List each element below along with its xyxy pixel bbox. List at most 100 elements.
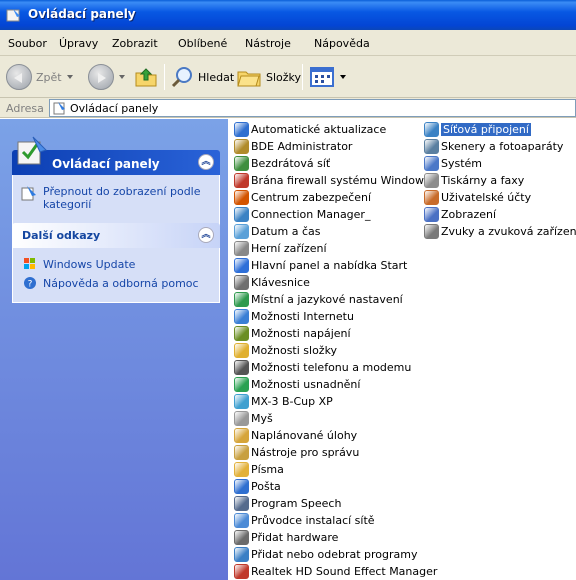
system-icon (424, 156, 439, 171)
item-label: Naplánované úlohy (251, 429, 358, 442)
item-zobrazeni[interactable]: Zobrazení (424, 206, 576, 223)
moznosti-slozky-icon (234, 343, 249, 358)
help-icon: ? (24, 277, 36, 290)
address-value: Ovládací panely (70, 102, 159, 115)
views-icon (310, 67, 334, 87)
sidebar: Ovládací panely ︽ Přepnout do zobrazení … (0, 119, 228, 580)
item-klavesnice[interactable]: Klávesnice (234, 274, 437, 291)
item-connection-manager[interactable]: Connection Manager_ (234, 206, 437, 223)
windows-update-link[interactable]: Windows Update (23, 256, 135, 272)
item-label: Přidat nebo odebrat programy (251, 548, 418, 561)
item-realtek-hd-sound-effect-manager[interactable]: Realtek HD Sound Effect Manager (234, 563, 437, 580)
item-mys[interactable]: Myš (234, 410, 437, 427)
search-button[interactable]: Hledat (170, 63, 234, 91)
item-moznosti-telefonu-a-modemu[interactable]: Možnosti telefonu a modemu (234, 359, 437, 376)
item-hlavni-panel-a-nabidka-start[interactable]: Hlavní panel a nabídka Start (234, 257, 437, 274)
forward-dropdown-icon[interactable] (119, 75, 125, 79)
centrum-zabezpeceni-icon (234, 190, 249, 205)
item-pridat-nebo-odebrat-programy[interactable]: Přidat nebo odebrat programy (234, 546, 437, 563)
item-posta[interactable]: Pošta (234, 478, 437, 495)
item-naplanovane-ulohy[interactable]: Naplánované úlohy (234, 427, 437, 444)
moznosti-internetu-icon (234, 309, 249, 324)
menu-napoveda[interactable]: Nápověda (314, 37, 370, 50)
back-dropdown-icon[interactable] (66, 75, 73, 79)
menu-soubor[interactable]: Soubor (8, 37, 47, 50)
toolbar-separator (164, 64, 165, 90)
item-skenery-a-fotoaparaty[interactable]: Skenery a fotoaparáty (424, 138, 576, 155)
item-label: Myš (251, 412, 273, 425)
item-nastroje-pro-spravu[interactable]: Nástroje pro správu (234, 444, 437, 461)
item-label: Klávesnice (251, 276, 310, 289)
item-label: BDE Administrator (251, 140, 353, 153)
item-pisma[interactable]: Písma (234, 461, 437, 478)
back-button[interactable]: Zpět (6, 63, 73, 91)
help-and-support-link[interactable]: ? Nápověda a odborná pomoc (23, 275, 199, 291)
item-pridat-hardware[interactable]: Přidat hardware (234, 529, 437, 546)
item-pruvodce-instalaci-site[interactable]: Průvodce instalací sítě (234, 512, 437, 529)
views-button[interactable] (309, 63, 346, 91)
item-label: Realtek HD Sound Effect Manager (251, 565, 438, 578)
switch-to-category-view-link[interactable]: Přepnout do zobrazení podle kategorií (43, 185, 213, 211)
item-moznosti-napajeni[interactable]: Možnosti napájení (234, 325, 437, 342)
item-zvuky-a-zvukova-zarizeni[interactable]: Zvuky a zvuková zařízení (424, 223, 576, 240)
menu-upravy[interactable]: Úpravy (59, 37, 98, 50)
item-datum-a-cas[interactable]: Datum a čas (234, 223, 437, 240)
item-label: Pošta (251, 480, 281, 493)
control-panel-icon (6, 9, 20, 22)
item-bde-administrator[interactable]: BDE Administrator (234, 138, 437, 155)
item-label: Tiskárny a faxy (441, 174, 525, 187)
posta-icon (234, 479, 249, 494)
menu-nastroje[interactable]: Nástroje (245, 37, 291, 50)
item-uzivatelske-ucty[interactable]: Uživatelské účty (424, 189, 576, 206)
sitova-pripojeni-icon (424, 122, 439, 137)
panel-title: Další odkazy (22, 229, 101, 242)
other-links-body: Windows Update ? Nápověda a odborná pomo… (12, 248, 220, 303)
item-mx-3-b-cup-xp[interactable]: MX-3 B-Cup XP (234, 393, 437, 410)
bde-administrator-icon (234, 139, 249, 154)
item-centrum-zabezpeceni[interactable]: Centrum zabezpečení (234, 189, 437, 206)
item-label: Možnosti usnadnění (251, 378, 361, 391)
item-moznosti-usnadneni[interactable]: Možnosti usnadnění (234, 376, 437, 393)
item-tiskarny-a-faxy[interactable]: Tiskárny a faxy (424, 172, 576, 189)
item-label: MX-3 B-Cup XP (251, 395, 333, 408)
menu-oblibene[interactable]: Oblíbené (178, 37, 227, 50)
address-field[interactable]: Ovládací panely (49, 99, 576, 117)
menu-zobrazit[interactable]: Zobrazit (112, 37, 158, 50)
program-speech-icon (234, 496, 249, 511)
item-label: Datum a čas (251, 225, 321, 238)
views-dropdown-icon[interactable] (340, 75, 346, 79)
pridat-nebo-odebrat-programy-icon (234, 547, 249, 562)
svg-text:?: ? (28, 280, 33, 290)
windows-update-icon (24, 258, 35, 269)
collapse-chevron-icon[interactable]: ︽ (198, 154, 214, 170)
item-brana-firewall-systemu-windows[interactable]: Brána firewall systému Windows (234, 172, 437, 189)
item-label: Síťová připojení (441, 123, 531, 136)
item-sitova-pripojeni[interactable]: Síťová připojení (424, 121, 576, 138)
item-label: Automatické aktualizace (251, 123, 387, 136)
item-mistni-a-jazykove-nastaveni[interactable]: Místní a jazykové nastavení (234, 291, 437, 308)
item-label: Brána firewall systému Windows (251, 174, 430, 187)
up-button[interactable] (134, 63, 158, 91)
item-automaticke-aktualizace[interactable]: Automatické aktualizace (234, 121, 437, 138)
item-program-speech[interactable]: Program Speech (234, 495, 437, 512)
item-herni-zarizeni[interactable]: Herní zařízení (234, 240, 437, 257)
item-label: Skenery a fotoaparáty (441, 140, 564, 153)
item-label: Zvuky a zvuková zařízení (441, 225, 576, 238)
back-label: Zpět (36, 70, 62, 84)
forward-button[interactable] (88, 63, 125, 91)
moznosti-napajeni-icon (234, 326, 249, 341)
datum-a-cas-icon (234, 224, 249, 239)
switch-view-icon (21, 186, 36, 201)
folders-button[interactable]: Složky (236, 63, 301, 91)
item-label: Centrum zabezpečení (251, 191, 372, 204)
control-panel-task-header[interactable]: Ovládací panely ︽ (12, 131, 220, 179)
collapse-chevron-icon[interactable]: ︽ (198, 227, 214, 243)
other-links-header[interactable]: Další odkazy ︽ (12, 223, 220, 248)
item-system[interactable]: Systém (424, 155, 576, 172)
item-moznosti-slozky[interactable]: Možnosti složky (234, 342, 437, 359)
search-icon (171, 67, 192, 88)
pisma-icon (234, 462, 249, 477)
address-bar: Adresa Ovládací panely (0, 98, 576, 118)
item-moznosti-internetu[interactable]: Možnosti Internetu (234, 308, 437, 325)
item-bezdratova-sit[interactable]: Bezdrátová síť (234, 155, 437, 172)
